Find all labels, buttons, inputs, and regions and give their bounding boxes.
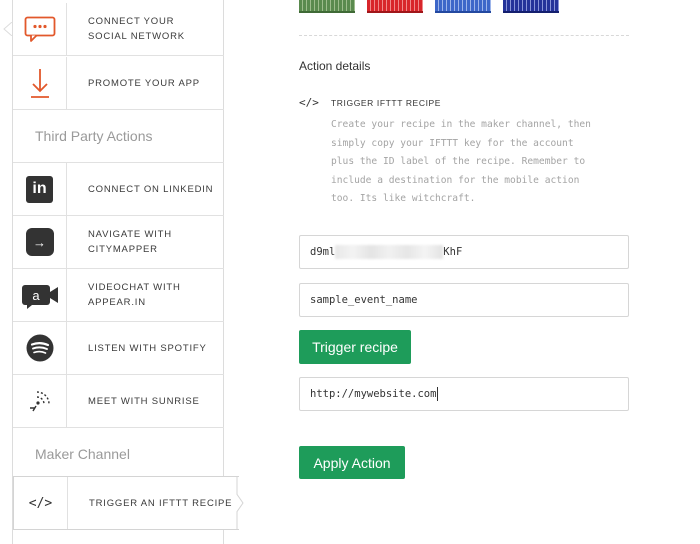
chat-bubble-icon [13, 3, 67, 55]
swatch-blue[interactable] [435, 0, 491, 13]
sidebar-item-trigger-ifttt[interactable]: </> TRIGGER AN IFTTT RECIPE [13, 476, 244, 530]
sidebar-item-citymapper[interactable]: → NAVIGATE WITH CITYMAPPER [13, 216, 224, 269]
sidebar-item-label: LISTEN WITH SPOTIFY [88, 342, 207, 354]
swatch-green[interactable] [299, 0, 355, 13]
key-redaction [335, 245, 444, 259]
sidebar-item-label: VIDEOCHAT WITH APPEAR.IN [88, 282, 181, 308]
sidebar-item-spotify[interactable]: LISTEN WITH SPOTIFY [13, 322, 224, 375]
code-icon: </> [299, 96, 319, 109]
ifttt-key-field[interactable]: d9ml KhF [299, 235, 629, 269]
citymapper-icon: → [13, 216, 67, 268]
sidebar-item-label: CONNECT YOUR SOCIAL NETWORK [88, 16, 185, 42]
apply-action-button[interactable]: Apply Action [299, 446, 405, 479]
active-pointer-icon [236, 477, 244, 529]
sidebar-item-label: CONNECT ON LINKEDIN [88, 183, 214, 195]
key-visible-start: d9ml [310, 246, 336, 258]
actions-sidebar: CONNECT YOUR SOCIAL NETWORK PROMOTE YOUR … [12, 0, 244, 544]
trigger-description: Create your recipe in the maker channel,… [331, 119, 591, 204]
appear-in-icon: a [13, 269, 67, 321]
section-heading-third-party: Third Party Actions [13, 110, 224, 163]
sidebar-item-label: MEET WITH SUNRISE [88, 395, 200, 407]
sidebar-item-label: PROMOTE YOUR APP [88, 77, 200, 89]
trigger-title: TRIGGER IFTTT RECIPE [331, 98, 442, 108]
panel-edge-notch [3, 22, 12, 36]
sidebar-item-sunrise[interactable]: MEET WITH SUNRISE [13, 375, 224, 428]
text-caret [437, 387, 439, 401]
code-icon: </> [14, 477, 68, 529]
divider [299, 35, 629, 36]
sidebar-item-promote-app[interactable]: PROMOTE YOUR APP [13, 57, 224, 110]
section-heading-maker-channel: Maker Channel [13, 428, 224, 481]
spotify-icon [13, 322, 67, 374]
swatch-navy[interactable] [503, 0, 559, 13]
svg-text:a: a [32, 288, 40, 303]
action-details-title: Action details [299, 59, 371, 73]
sunrise-icon [13, 375, 67, 427]
sidebar-item-linkedin[interactable]: in CONNECT ON LINKEDIN [13, 163, 224, 216]
destination-url-field[interactable]: http://mywebsite.com [299, 377, 629, 411]
sidebar-item-label: NAVIGATE WITH CITYMAPPER [88, 229, 172, 255]
sidebar-item-connect-social[interactable]: CONNECT YOUR SOCIAL NETWORK [13, 3, 224, 56]
trigger-recipe-button[interactable]: Trigger recipe [299, 330, 411, 364]
swatch-red[interactable] [367, 0, 423, 13]
url-value: http://mywebsite.com [310, 388, 437, 400]
key-visible-end: KhF [443, 246, 463, 258]
event-name-field[interactable]: sample_event_name [299, 283, 629, 317]
download-arrow-icon [13, 57, 67, 109]
sidebar-item-appear-in[interactable]: a VIDEOCHAT WITH APPEAR.IN [13, 269, 224, 322]
sidebar-item-label: TRIGGER AN IFTTT RECIPE [89, 497, 233, 509]
linkedin-icon: in [13, 163, 67, 215]
